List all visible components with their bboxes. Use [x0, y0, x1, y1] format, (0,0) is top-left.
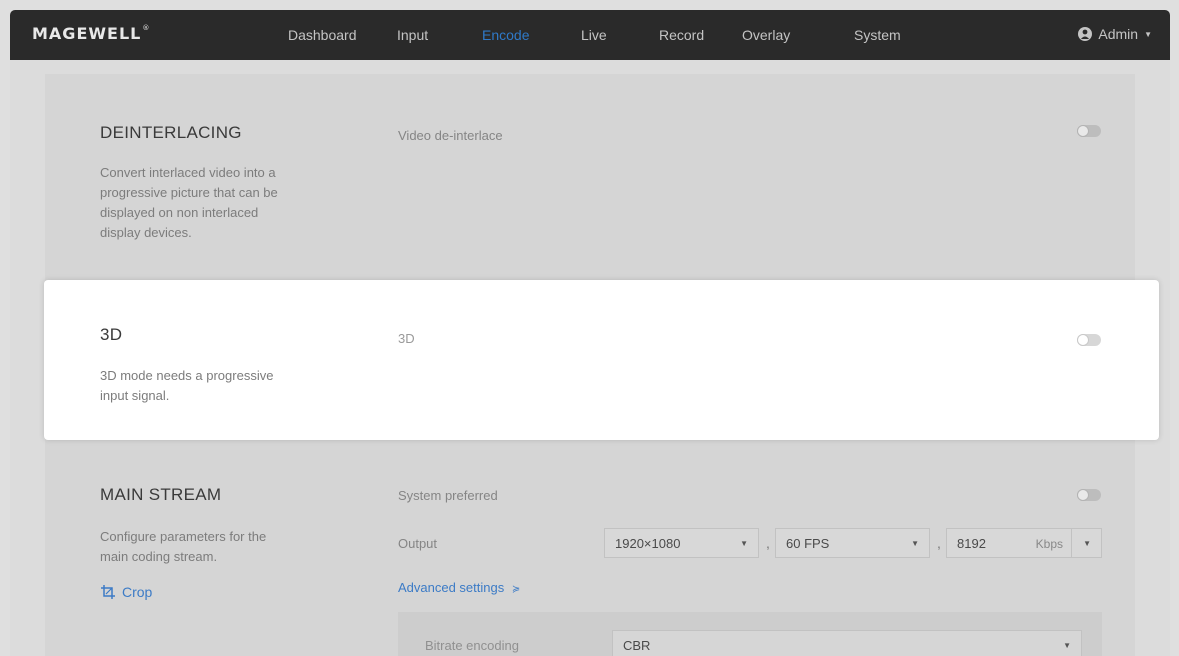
logo-registered-mark: ® — [142, 24, 151, 32]
nav-overlay[interactable]: Overlay — [742, 27, 790, 43]
top-navigation-bar: MAGEWELL® Dashboard Input Encode Live Re… — [10, 10, 1170, 60]
user-menu[interactable]: Admin ▼ — [1078, 26, 1152, 42]
deinterlacing-title: DEINTERLACING — [100, 123, 242, 142]
separator: , — [766, 535, 770, 551]
bitrate-encoding-value: CBR — [623, 638, 651, 653]
desc-line: main coding stream. — [100, 549, 218, 564]
desc-line: display devices. — [100, 225, 192, 240]
nav-live[interactable]: Live — [581, 27, 607, 43]
desc-line: Convert interlaced video into a — [100, 165, 276, 180]
bitrate-input[interactable]: 8192 Kbps — [946, 528, 1072, 558]
desc-line: Configure parameters for the — [100, 529, 267, 544]
three-d-label: 3D — [398, 331, 415, 346]
three-d-description: 3D mode needs a progressive input signal… — [100, 366, 273, 406]
user-icon — [1078, 27, 1093, 41]
bitrate-unit-select[interactable]: ▼ — [1071, 528, 1102, 558]
nav-record[interactable]: Record — [659, 27, 704, 43]
nav-input[interactable]: Input — [397, 27, 428, 43]
desc-line: displayed on non interlaced — [100, 205, 259, 220]
chevron-down-icon: ▼ — [1083, 539, 1091, 548]
logo-text: MAGEWELL — [32, 24, 142, 43]
deinterlacing-description: Convert interlaced video into a progress… — [100, 163, 278, 243]
three-d-card — [44, 280, 1159, 440]
fps-value: 60 FPS — [786, 536, 830, 551]
chevron-down-icon: ▼ — [1144, 29, 1152, 39]
crop-icon — [101, 585, 115, 599]
output-label: Output — [398, 536, 438, 551]
main-stream-description: Configure parameters for the main coding… — [100, 527, 266, 567]
three-d-title: 3D — [100, 325, 123, 344]
double-chevron-down-icon: ≽ — [511, 584, 521, 595]
advanced-settings-label: Advanced settings — [398, 580, 505, 595]
crop-label: Crop — [122, 584, 153, 600]
video-deinterlace-label: Video de-interlace — [398, 128, 503, 143]
nav-encode[interactable]: Encode — [482, 27, 529, 43]
resolution-value: 1920×1080 — [615, 536, 681, 551]
user-name: Admin — [1098, 26, 1139, 42]
system-preferred-label: System preferred — [398, 488, 498, 503]
bitrate-encoding-select[interactable]: CBR ▼ — [612, 630, 1082, 656]
magewell-logo[interactable]: MAGEWELL® — [32, 24, 150, 43]
separator: , — [937, 535, 941, 551]
nav-system[interactable]: System — [854, 27, 901, 43]
chevron-down-icon: ▼ — [1063, 641, 1071, 650]
bitrate-value: 8192 — [957, 536, 986, 551]
nav-dashboard[interactable]: Dashboard — [288, 27, 357, 43]
advanced-settings-toggle[interactable]: Advanced settings ≽ — [398, 580, 520, 595]
main-stream-title: MAIN STREAM — [100, 485, 222, 504]
desc-line: 3D mode needs a progressive — [100, 368, 274, 383]
desc-line: input signal. — [100, 388, 170, 403]
system-preferred-toggle[interactable] — [1077, 489, 1101, 501]
desc-line: progressive picture that can be — [100, 185, 278, 200]
bitrate-encoding-label: Bitrate encoding — [425, 638, 519, 653]
three-d-toggle[interactable] — [1077, 334, 1101, 346]
fps-select[interactable]: 60 FPS ▼ — [775, 528, 930, 558]
crop-link[interactable]: Crop — [100, 584, 152, 600]
chevron-down-icon: ▼ — [740, 539, 748, 548]
resolution-select[interactable]: 1920×1080 ▼ — [604, 528, 759, 558]
video-deinterlace-toggle[interactable] — [1077, 125, 1101, 137]
chevron-down-icon: ▼ — [911, 539, 919, 548]
bitrate-unit: Kbps — [1035, 537, 1063, 551]
